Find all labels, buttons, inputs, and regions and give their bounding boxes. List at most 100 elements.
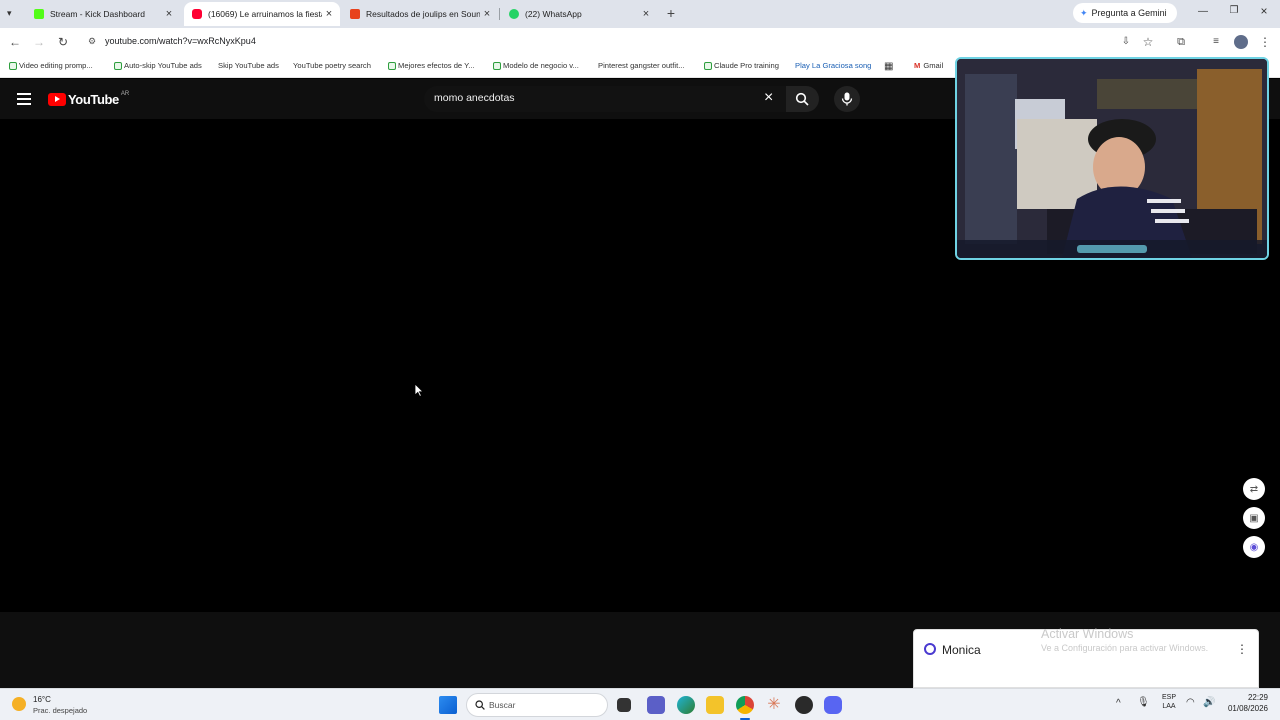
bookmark-label: Modelo de negocio v...: [503, 61, 579, 70]
chrome-icon[interactable]: [736, 696, 754, 714]
back-arrow-icon[interactable]: ←: [7, 34, 23, 50]
bookmark-item-gmail[interactable]: M Gmail: [914, 61, 943, 70]
minimize-button[interactable]: —: [1196, 6, 1210, 17]
bookmark-item[interactable]: Claude Pro training: [704, 61, 779, 70]
youtube-wordmark: YouTube: [68, 92, 119, 107]
bookmark-icon: [493, 61, 501, 70]
youtube-play-icon: [48, 93, 66, 106]
forward-arrow-icon[interactable]: →: [31, 34, 47, 50]
close-icon[interactable]: ×: [322, 8, 336, 20]
menu-kebab-icon[interactable]: ⋮: [1257, 34, 1273, 50]
bookmark-label: Skip YouTube ads: [218, 61, 279, 70]
site-info-icon[interactable]: ⚙: [88, 36, 96, 47]
browser-tab-strip: ▾ Stream - Kick Dashboard × (16069) Le a…: [0, 0, 1280, 28]
tray-chevron-icon[interactable]: ^: [1116, 698, 1121, 709]
obs-icon[interactable]: [795, 696, 813, 714]
bookmark-item[interactable]: YouTube poetry search: [293, 61, 371, 70]
youtube-region-code: AR: [120, 90, 130, 97]
weather-widget[interactable]: 16°C Prac. despejado: [12, 693, 102, 717]
bookmark-label: Pinterest gangster outfit...: [598, 61, 685, 70]
new-tab-button[interactable]: +: [663, 5, 679, 21]
media-controls-icon[interactable]: ≡: [1208, 34, 1224, 50]
close-window-button[interactable]: ×: [1257, 4, 1271, 18]
language-indicator[interactable]: ESP LAA: [1159, 694, 1179, 710]
extension-grid-icon[interactable]: ▣: [1243, 507, 1265, 529]
tab-kick-dashboard[interactable]: Stream - Kick Dashboard ×: [26, 2, 180, 26]
activate-windows-title: Activar Windows: [1041, 627, 1134, 641]
edge-icon[interactable]: [677, 696, 695, 714]
address-bar[interactable]: ⚙ youtube.com/watch?v=wxRcNyxKpu4: [82, 31, 1162, 53]
install-app-icon[interactable]: ⇩: [1118, 34, 1134, 50]
clear-search-icon[interactable]: ×: [764, 89, 773, 107]
webcam-image: [957, 59, 1267, 258]
bookmark-icon: [114, 61, 122, 70]
tab-title: (22) WhatsApp: [525, 9, 582, 19]
taskbar-search-placeholder: Buscar: [489, 700, 516, 710]
monica-bot-icon[interactable]: ◉: [1243, 536, 1265, 558]
volume-icon[interactable]: 🔊: [1203, 697, 1215, 708]
mouse-cursor-icon: [414, 383, 424, 397]
windows-taskbar: 16°C Prac. despejado Buscar ✳ ^ 🎙 ESP LA…: [0, 688, 1280, 720]
tab-separator: [499, 8, 500, 20]
bookmark-item[interactable]: Auto-skip YouTube ads: [114, 61, 202, 70]
voice-search-button[interactable]: [834, 86, 860, 112]
bookmark-label: Auto-skip YouTube ads: [124, 61, 202, 70]
whatsapp-icon: [509, 9, 519, 19]
wifi-icon[interactable]: ◠: [1186, 697, 1195, 708]
browser-toolbar: ← → ↻ ⚙ youtube.com/watch?v=wxRcNyxKpu4 …: [0, 28, 1280, 56]
close-icon[interactable]: ×: [639, 8, 653, 20]
bookmark-icon: [704, 61, 712, 70]
claude-icon[interactable]: ✳: [765, 696, 783, 714]
bookmark-icon: [388, 61, 396, 70]
restore-button[interactable]: ❐: [1227, 5, 1241, 16]
task-view-icon[interactable]: [617, 698, 631, 712]
bookmark-item[interactable]: Mejores efectos de Y...: [388, 61, 475, 70]
tab-search-chevron-icon[interactable]: ▾: [7, 8, 19, 20]
tab-soundcloud[interactable]: Resultados de joulips en Sound ×: [342, 2, 498, 26]
bookmark-item[interactable]: Pinterest gangster outfit...: [598, 61, 685, 70]
reload-icon[interactable]: ↻: [55, 34, 71, 50]
windows-start-icon[interactable]: [439, 696, 457, 714]
taskbar-search-input[interactable]: Buscar: [466, 693, 608, 717]
bookmark-item[interactable]: Video editing promp...: [9, 61, 93, 70]
bookmark-label: Claude Pro training: [714, 61, 780, 70]
discord-icon[interactable]: [824, 696, 842, 714]
profile-avatar[interactable]: [1234, 35, 1248, 49]
bookmark-star-icon[interactable]: ☆: [1140, 34, 1156, 50]
bookmark-icon: [9, 61, 17, 70]
tab-title: (16069) Le arruinamos la fiesta a: [208, 9, 322, 19]
soundcloud-icon: [350, 9, 360, 19]
url-text: youtube.com/watch?v=wxRcNyxKpu4: [105, 36, 256, 46]
close-icon[interactable]: ×: [162, 8, 176, 20]
bookmark-label: Play La Graciosa song: [795, 61, 872, 70]
gemini-button[interactable]: ✦ Pregunta a Gemini: [1073, 3, 1177, 23]
webcam-overlay: [955, 57, 1269, 260]
bookmark-item[interactable]: Play La Graciosa song: [795, 61, 871, 70]
kick-icon: [34, 9, 44, 19]
extensions-icon[interactable]: ⧉: [1173, 34, 1189, 50]
bookmark-label: Video editing promp...: [19, 61, 93, 70]
gmail-icon: M: [914, 61, 921, 70]
apps-grid-icon[interactable]: ▦: [884, 61, 893, 72]
monica-title: Monica: [942, 643, 981, 657]
bookmark-item[interactable]: Skip YouTube ads: [218, 61, 279, 70]
file-explorer-icon[interactable]: [706, 696, 724, 714]
bookmark-label: Gmail: [923, 61, 944, 70]
gemini-icon: ✦: [1080, 7, 1088, 18]
youtube-logo[interactable]: YouTube AR: [48, 90, 130, 107]
close-icon[interactable]: ×: [480, 8, 494, 20]
tab-youtube[interactable]: (16069) Le arruinamos la fiesta a ×: [184, 2, 340, 26]
more-options-icon[interactable]: ⋮: [1236, 642, 1248, 656]
search-input[interactable]: momo anecdotas ×: [424, 86, 786, 112]
search-button[interactable]: [786, 86, 819, 112]
tray-mic-icon[interactable]: 🎙: [1137, 697, 1150, 708]
translate-icon[interactable]: ⇄: [1243, 478, 1265, 500]
clock[interactable]: 22:29 01/08/2026: [1218, 693, 1268, 713]
tab-whatsapp[interactable]: (22) WhatsApp ×: [501, 2, 657, 26]
bookmark-item[interactable]: Modelo de negocio v...: [493, 61, 579, 70]
microphone-icon: [841, 92, 853, 106]
youtube-icon: [192, 9, 202, 19]
hamburger-menu-icon[interactable]: [17, 93, 31, 105]
gemini-label: Pregunta a Gemini: [1091, 8, 1167, 18]
teams-icon[interactable]: [647, 696, 665, 714]
